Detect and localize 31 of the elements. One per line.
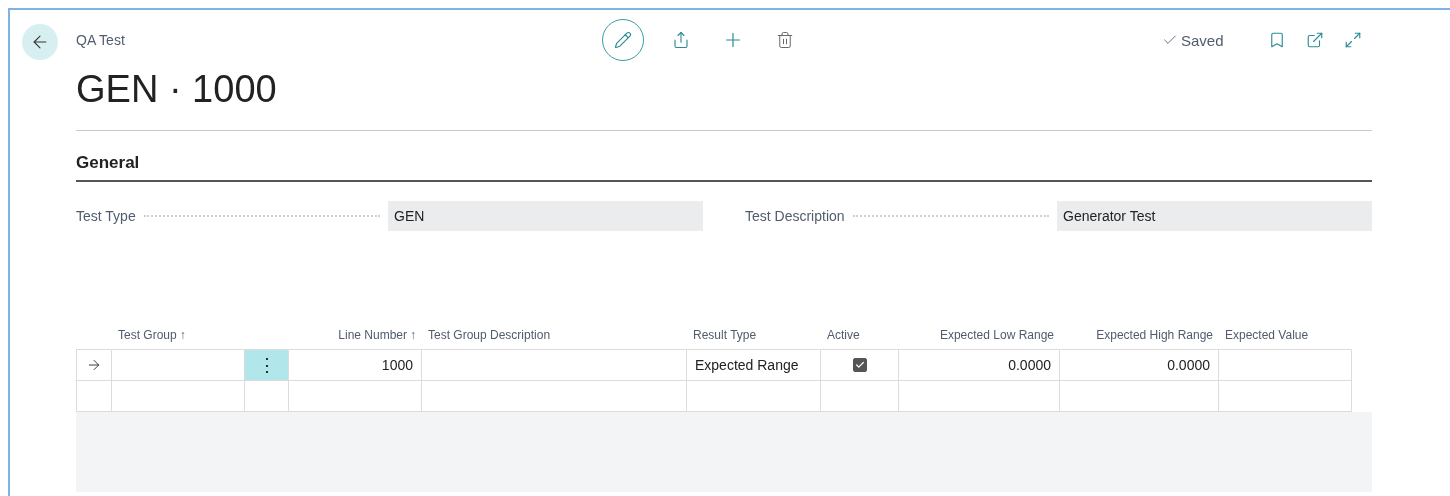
- field-label: Test Description: [745, 208, 845, 224]
- back-button[interactable]: [22, 24, 58, 60]
- input-field[interactable]: GEN: [388, 201, 703, 231]
- row-indicator[interactable]: [76, 350, 112, 381]
- checkbox[interactable]: [852, 358, 867, 372]
- breadcrumb: QA Test: [76, 32, 126, 48]
- row-menu-cell[interactable]: ⋮: [245, 350, 289, 381]
- more-glyph: ⋮: [257, 356, 276, 374]
- table-cell: 0.0000: [899, 350, 1060, 381]
- column-header[interactable]: Result Type: [693, 328, 757, 342]
- column-header[interactable]: Expected High Range: [1096, 328, 1213, 342]
- edit-button[interactable]: [602, 19, 644, 61]
- section-title: General: [76, 153, 1372, 182]
- page-title: GEN · 1000: [76, 68, 278, 112]
- field-label: Test Type: [76, 208, 136, 224]
- table-cell: 0.0000: [1060, 350, 1219, 381]
- column-header[interactable]: Expected Value: [1225, 328, 1309, 342]
- check-icon: [854, 360, 865, 370]
- column-header[interactable]: Line Number: [338, 328, 407, 342]
- table-cell: Expected Range: [687, 350, 821, 381]
- row-menu-cell[interactable]: [245, 381, 289, 412]
- sort-arrow: ↑: [179, 328, 186, 342]
- table-cell: 1000: [289, 350, 422, 381]
- saved-status: Saved: [1181, 31, 1224, 49]
- column-header[interactable]: Test Group Description: [428, 328, 551, 342]
- pencil-icon: [614, 31, 632, 49]
- column-header[interactable]: Active: [827, 328, 860, 342]
- column-header[interactable]: Test Group: [118, 328, 177, 342]
- input-field[interactable]: Generator Test: [1057, 201, 1372, 231]
- column-header[interactable]: Expected Low Range: [939, 328, 1054, 342]
- sort-arrow: ↑: [410, 328, 416, 342]
